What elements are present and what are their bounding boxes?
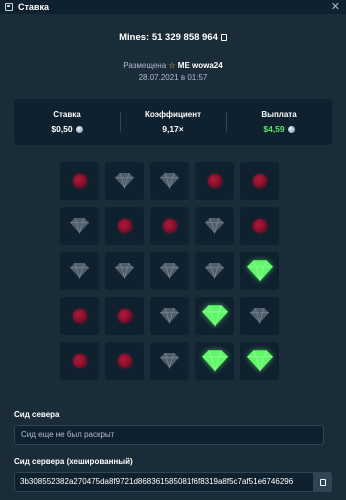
mine-icon [252,219,267,233]
gem-icon [70,217,89,235]
stat-payout: Выплата $4,59 [226,99,332,145]
gem-revealed-icon [201,349,228,373]
board-tile [105,207,144,245]
board-tile [240,252,279,290]
mine-icon [252,174,267,188]
board-tile [150,342,189,380]
board-tile [60,342,99,380]
board-tile [240,207,279,245]
stat-bet: Ставка $0,50 [14,99,120,145]
gem-icon [250,307,269,325]
gem-revealed-icon [246,349,273,373]
gem-revealed-icon [201,304,228,328]
hashed-seed-label: Сид сервера (хешированный) [14,457,133,466]
stat-value: 9,17× [162,124,184,134]
board-tile [60,252,99,290]
posted-by: Размещена ☆ ME wowa24 [0,61,346,70]
mine-icon [117,219,132,233]
board-tile [150,297,189,335]
hashed-seed-field[interactable]: 3b308552382a270475da8f9721d868361585081f… [14,472,314,492]
gem-icon [160,307,179,325]
gem-icon [160,352,179,370]
receipt-icon [5,3,13,11]
board-tile [60,162,99,200]
board-tile [150,207,189,245]
board-tile [105,162,144,200]
gem-icon [160,262,179,280]
server-seed-label: Сид севера [14,410,60,419]
board-tile [105,342,144,380]
board-tile [105,252,144,290]
mine-icon [72,174,87,188]
game-id-text: Mines: 51 329 858 964 [119,32,218,43]
board-tile [195,342,234,380]
mines-board [60,162,279,380]
star-icon: ☆ [168,61,176,70]
gem-icon [205,262,224,280]
copy-button[interactable] [314,472,332,492]
bet-stats-panel: Ставка $0,50 Коэффициент 9,17× Выплата $… [14,99,332,145]
posted-prefix: Размещена [123,61,167,70]
bet-datetime: 28.07.2021 в 01:57 [138,73,208,82]
board-tile [150,162,189,200]
stat-amount: 9,17× [162,124,184,134]
board-tile [60,297,99,335]
coin-icon [287,125,295,133]
board-tile [195,297,234,335]
gem-icon [205,217,224,235]
copy-icon [320,478,326,486]
gem-icon [70,262,89,280]
gem-icon [160,172,179,190]
copy-icon[interactable] [220,34,227,41]
stat-label: Выплата [261,110,297,119]
board-tile [240,297,279,335]
game-id-heading: Mines: 51 329 858 964 [0,32,346,43]
stat-label: Коэффициент [144,110,202,119]
hashed-seed-row: 3b308552382a270475da8f9721d868361585081f… [14,472,332,492]
board-tile [195,252,234,290]
window-title: Ставка [18,2,49,12]
stat-multiplier: Коэффициент 9,17× [120,99,226,145]
mine-icon [117,354,132,368]
board-tile [105,297,144,335]
seed-section: Сид севера Сид еще не был раскрыт Сид се… [14,410,332,492]
mine-icon [72,309,87,323]
server-seed-field[interactable]: Сид еще не был раскрыт [14,425,324,445]
mine-icon [162,219,177,233]
gem-revealed-icon [246,259,273,283]
stat-value: $4,59 [263,124,295,134]
window-titlebar: Ставка ✕ [0,0,346,14]
mine-icon [72,354,87,368]
board-tile [195,207,234,245]
gem-icon [115,262,134,280]
stat-value: $0,50 [51,124,83,134]
stat-amount: $0,50 [51,124,73,134]
stat-amount: $4,59 [263,124,285,134]
mine-icon [207,174,222,188]
board-tile [195,162,234,200]
board-tile [150,252,189,290]
coin-icon [75,125,83,133]
board-tile [240,162,279,200]
stat-label: Ставка [53,110,81,119]
mine-icon [117,309,132,323]
board-tile [240,342,279,380]
username-link[interactable]: ME wowa24 [178,61,223,70]
board-tile [60,207,99,245]
close-button[interactable]: ✕ [331,0,340,14]
gem-icon [115,172,134,190]
